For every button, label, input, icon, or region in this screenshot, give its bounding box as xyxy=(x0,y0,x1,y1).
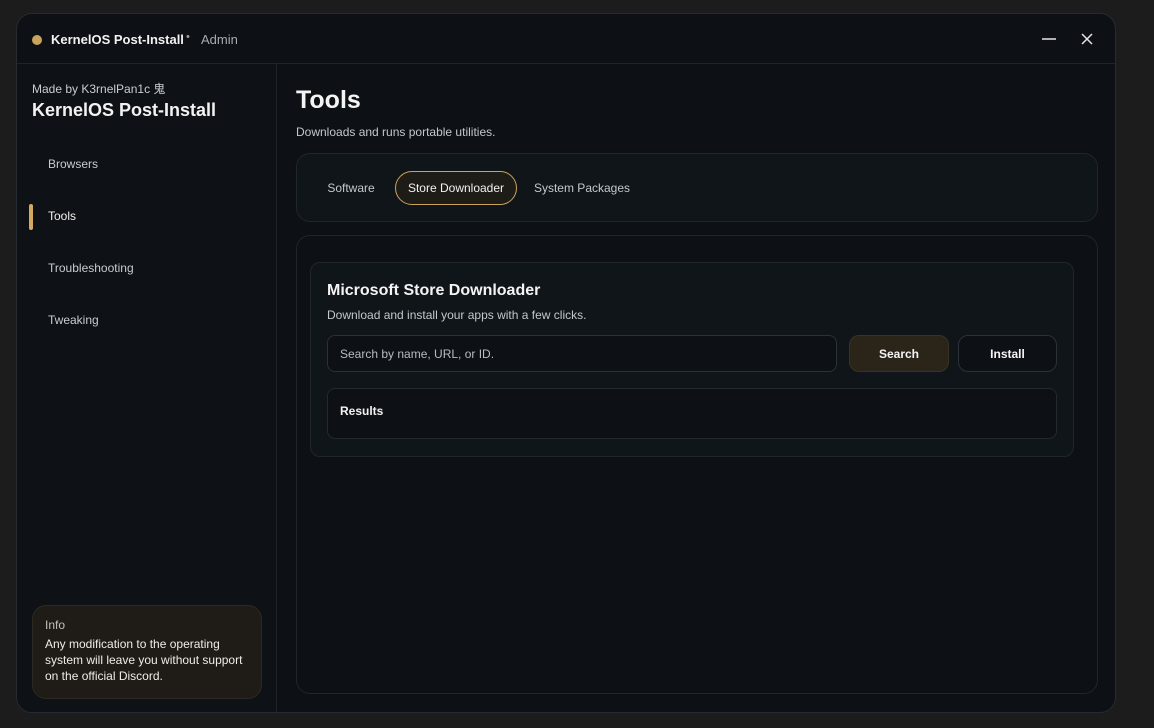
sidebar-title: KernelOS Post-Install xyxy=(32,100,217,120)
search-button[interactable]: Search xyxy=(849,335,949,372)
sidebar-item-label: Tweaking xyxy=(48,313,99,327)
sidebar-item-tweaking[interactable]: Tweaking xyxy=(27,302,267,338)
page-title: Tools xyxy=(296,86,361,114)
close-icon xyxy=(1081,33,1093,45)
sidebar: Made by K3rnelPan1c 鬼 KernelOS Post-Inst… xyxy=(17,64,277,712)
sidebar-item-label: Browsers xyxy=(48,157,99,171)
sidebar-item-label: Troubleshooting xyxy=(48,261,134,275)
sidebar-item-browsers[interactable]: Browsers xyxy=(27,146,267,182)
panel-subtitle: Download and install your apps with a fe… xyxy=(327,308,587,322)
install-button[interactable]: Install xyxy=(958,335,1057,372)
minimize-button[interactable] xyxy=(1036,26,1062,52)
window-title: KernelOS Post-Install xyxy=(51,32,184,47)
credit-text: Made by K3rnelPan1c 鬼 xyxy=(32,82,166,96)
status-dot-icon xyxy=(32,35,42,45)
title-separator: • xyxy=(186,31,190,43)
results-box: Results xyxy=(327,388,1057,439)
sidebar-item-troubleshooting[interactable]: Troubleshooting xyxy=(27,250,267,286)
page-subtitle: Downloads and runs portable utilities. xyxy=(296,125,496,139)
results-title: Results xyxy=(340,404,384,418)
minimize-icon xyxy=(1042,38,1056,40)
panel-title: Microsoft Store Downloader xyxy=(327,282,541,299)
tab-bar: Software Store Downloader System Package… xyxy=(296,153,1098,222)
search-input[interactable] xyxy=(327,335,837,372)
close-button[interactable] xyxy=(1074,26,1100,52)
app-window: KernelOS Post-Install • Admin Made by K3… xyxy=(16,13,1116,713)
active-indicator xyxy=(29,204,33,230)
tab-system-packages[interactable]: System Packages xyxy=(529,171,635,205)
tab-software[interactable]: Software xyxy=(317,171,385,205)
sidebar-item-tools[interactable]: Tools xyxy=(27,198,267,234)
store-downloader-panel: Microsoft Store Downloader Download and … xyxy=(310,262,1074,457)
role-label: Admin xyxy=(201,32,238,47)
content-card: Microsoft Store Downloader Download and … xyxy=(296,235,1098,694)
main-content: Tools Downloads and runs portable utilit… xyxy=(278,64,1115,712)
title-bar: KernelOS Post-Install • Admin xyxy=(17,14,1115,64)
info-text: Any modification to the operating system… xyxy=(45,637,243,683)
tab-store-downloader[interactable]: Store Downloader xyxy=(395,171,517,205)
info-title: Info xyxy=(45,618,66,632)
info-card: Info Any modification to the operating s… xyxy=(32,605,262,699)
sidebar-item-label: Tools xyxy=(48,209,77,223)
